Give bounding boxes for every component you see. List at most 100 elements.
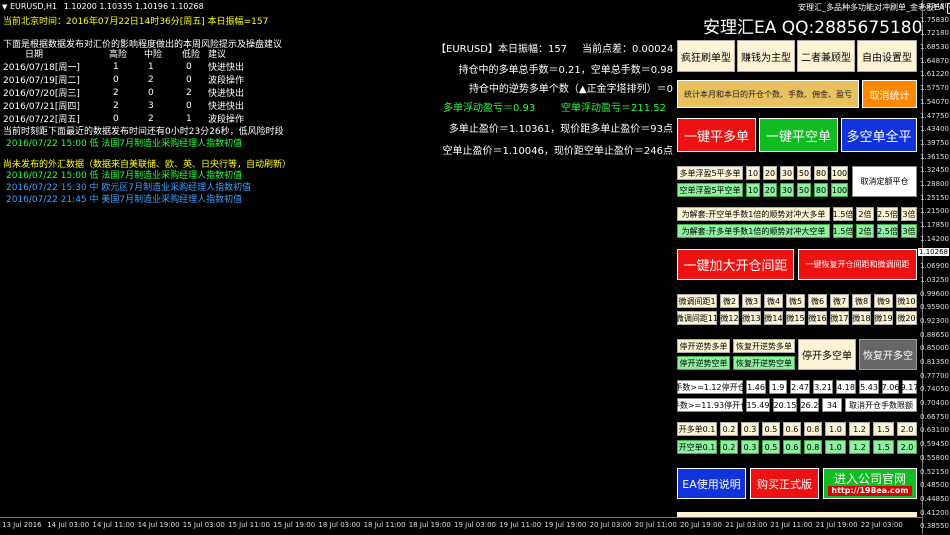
open-sell-option[interactable]: 0.8 (804, 440, 822, 454)
buy-float-80[interactable]: 80 (814, 166, 828, 180)
open-sell-option[interactable]: 1.5 (873, 440, 894, 454)
lots-limit-option[interactable]: 26.2 (800, 398, 819, 412)
lots-limit-option[interactable]: 20.15 (773, 398, 797, 412)
buy-float-20[interactable]: 20 (763, 166, 777, 180)
stop-reverse-buy-button[interactable]: 停开逆势多单 (677, 339, 730, 353)
unlock-sell-2-5x[interactable]: 2.5倍 (877, 224, 898, 238)
lots-limit-option[interactable]: 1.46 (746, 380, 766, 394)
resume-reverse-sell-button[interactable]: 恢复开逆势空单 (733, 356, 795, 370)
sell-float-20[interactable]: 20 (763, 183, 777, 197)
lots-limit-option[interactable]: 5.43 (859, 380, 879, 394)
adjust-gap-7[interactable]: 微7 (830, 294, 849, 308)
adjust-gap-6[interactable]: 微6 (808, 294, 827, 308)
adjust-gap-2[interactable]: 微2 (720, 294, 739, 308)
sell-float-10[interactable]: 10 (746, 183, 760, 197)
unlock-buy-1-5x[interactable]: 1.5倍 (833, 207, 853, 221)
lots-limit-label[interactable]: 手数>=1.12停开仓 (674, 380, 746, 394)
open-buy-option[interactable]: 2.0 (897, 422, 917, 436)
adjust-gap-4[interactable]: 微4 (764, 294, 783, 308)
lots-limit-label-2[interactable]: 手数>=11.93停开仓 (672, 398, 748, 412)
cancel-float-close-button[interactable]: 取消定额平仓 (852, 166, 917, 197)
resume-reverse-buy-button[interactable]: 恢复开逆势多单 (733, 339, 795, 353)
open-sell-label[interactable]: 开空单0.1 (677, 440, 717, 454)
stop-reverse-sell-button[interactable]: 停开逆势空单 (677, 356, 730, 370)
mode-profit-button[interactable]: 赚钱为主型 (737, 40, 795, 72)
lots-limit-option[interactable]: 2.47 (790, 380, 810, 394)
buy-float-30[interactable]: 30 (780, 166, 794, 180)
lots-limit-option[interactable]: 3.21 (813, 380, 833, 394)
adjust-gap-17[interactable]: 微17 (830, 311, 849, 325)
adjust-gap-3[interactable]: 微3 (742, 294, 761, 308)
lots-limit-option[interactable]: 34 (822, 398, 842, 412)
adjust-gap-9[interactable]: 微9 (874, 294, 893, 308)
chart-menu-icon[interactable]: ▼ (2, 3, 7, 11)
sell-float-close-label[interactable]: 空单浮盈5平空单 (677, 183, 743, 197)
cancel-lots-limit-button[interactable]: 取消开仓手数限额 (845, 398, 917, 412)
unlock-sell-2x[interactable]: 2倍 (856, 224, 874, 238)
lots-limit-option[interactable]: 4.18 (836, 380, 856, 394)
open-sell-option[interactable]: 1.2 (849, 440, 870, 454)
sell-float-80[interactable]: 80 (814, 183, 828, 197)
adjust-gap-1[interactable]: 微调间距1 (677, 294, 717, 308)
adjust-gap-20[interactable]: 微20 (896, 311, 917, 325)
unlock-buy-3x[interactable]: 3倍 (901, 207, 917, 221)
unlock-sell-button[interactable]: 为解套:开多单手数1倍的顺势对冲大空单 (677, 224, 830, 238)
help-button[interactable]: EA使用说明 (677, 468, 746, 499)
open-buy-option[interactable]: 1.5 (873, 422, 894, 436)
lots-limit-option[interactable]: 1.9 (769, 380, 787, 394)
open-sell-option[interactable]: 0.5 (762, 440, 780, 454)
open-buy-option[interactable]: 0.3 (741, 422, 759, 436)
open-sell-option[interactable]: 0.2 (720, 440, 738, 454)
open-sell-option[interactable]: 2.0 (897, 440, 917, 454)
resume-hedge-button[interactable]: 恢复开多空 (859, 339, 917, 370)
adjust-gap-14[interactable]: 微14 (764, 311, 783, 325)
close-buy-button[interactable]: 一键平多单 (677, 118, 756, 152)
open-sell-option[interactable]: 0.3 (741, 440, 759, 454)
lots-limit-option[interactable]: 15.49 (746, 398, 770, 412)
mode-crazy-button[interactable]: 疯狂刷单型 (677, 40, 735, 72)
widen-gap-button[interactable]: 一键加大开仓间距 (677, 249, 794, 280)
lots-limit-option[interactable]: 9.17 (901, 380, 918, 394)
website-button[interactable]: 进入公司官网 http://198ea.com (823, 468, 917, 499)
unlock-sell-1-5x[interactable]: 1.5倍 (833, 224, 853, 238)
buy-float-50[interactable]: 50 (797, 166, 811, 180)
sell-float-30[interactable]: 30 (780, 183, 794, 197)
sell-float-50[interactable]: 50 (797, 183, 811, 197)
adjust-gap-16[interactable]: 微16 (808, 311, 827, 325)
mode-custom-button[interactable]: 自由设置型 (857, 40, 917, 72)
buy-float-100[interactable]: 100 (831, 166, 848, 180)
stop-hedge-button[interactable]: 停开多空单 (798, 339, 856, 370)
adjust-gap-15[interactable]: 微15 (786, 311, 805, 325)
adjust-gap-8[interactable]: 微8 (852, 294, 871, 308)
adjust-gap-10[interactable]: 微10 (896, 294, 917, 308)
stat-button[interactable]: 统计本月和本日的开仓个数、手数、佣金、盈亏 (677, 80, 859, 108)
open-buy-option[interactable]: 1.0 (825, 422, 846, 436)
open-buy-option[interactable]: 1.2 (849, 422, 870, 436)
mode-balanced-button[interactable]: 二者兼顾型 (797, 40, 855, 72)
open-buy-option[interactable]: 0.8 (804, 422, 822, 436)
adjust-gap-12[interactable]: 微12 (720, 311, 739, 325)
unlock-sell-3x[interactable]: 3倍 (901, 224, 917, 238)
unlock-buy-button[interactable]: 为解套:开空单手数1倍的顺势对冲大多单 (677, 207, 830, 221)
open-sell-option[interactable]: 1.0 (825, 440, 846, 454)
unlock-buy-2-5x[interactable]: 2.5倍 (877, 207, 898, 221)
open-sell-option[interactable]: 0.6 (783, 440, 801, 454)
adjust-gap-19[interactable]: 微19 (874, 311, 893, 325)
adjust-gap-11[interactable]: 微调间距11 (676, 311, 718, 325)
adjust-gap-18[interactable]: 微18 (852, 311, 871, 325)
open-buy-option[interactable]: 0.6 (783, 422, 801, 436)
adjust-gap-13[interactable]: 微13 (742, 311, 761, 325)
sell-float-100[interactable]: 100 (831, 183, 848, 197)
close-sell-button[interactable]: 一键平空单 (759, 118, 838, 152)
close-all-button[interactable]: 多空单全平 (841, 118, 917, 152)
lots-limit-option[interactable]: 7.06 (882, 380, 899, 394)
open-buy-label[interactable]: 开多单0.1 (677, 422, 717, 436)
cancel-stat-button[interactable]: 取消统计 (862, 80, 917, 108)
buy-float-close-label[interactable]: 多单浮盈5平多单 (677, 166, 743, 180)
open-buy-option[interactable]: 0.2 (720, 422, 738, 436)
open-buy-option[interactable]: 0.5 (762, 422, 780, 436)
buy-float-10[interactable]: 10 (746, 166, 760, 180)
buy-license-button[interactable]: 购买正式版 (750, 468, 819, 499)
restore-gap-button[interactable]: 一键恢复开仓间距和微调间距 (798, 249, 917, 280)
adjust-gap-5[interactable]: 微5 (786, 294, 805, 308)
